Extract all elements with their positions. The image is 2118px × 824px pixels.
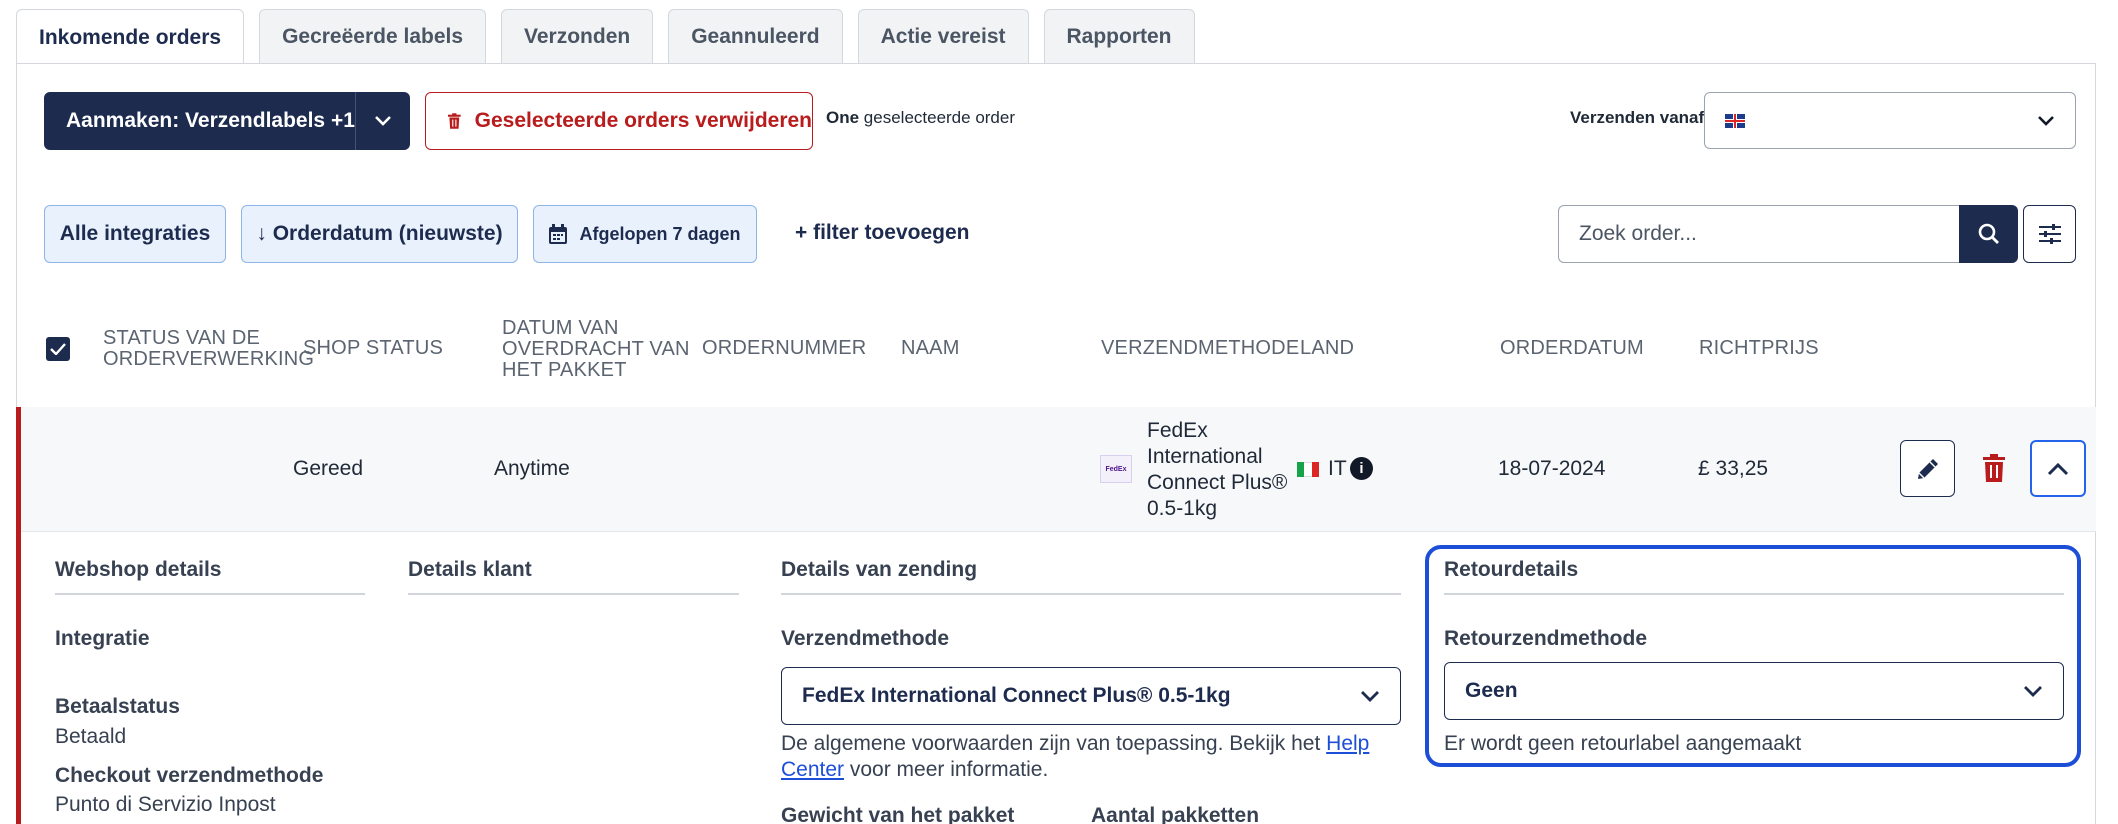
header-country[interactable]: LAND: [1300, 338, 1354, 359]
integrations-filter[interactable]: Alle integraties: [44, 205, 226, 263]
delete-selected-label: Geselecteerde orders verwijderen: [474, 109, 812, 132]
trash-icon: [448, 113, 461, 129]
price-cell: £ 33,25: [1698, 457, 1769, 480]
terms-note-suffix: voor meer informatie.: [849, 758, 1049, 781]
return-label-note: Er wordt geen retourlabel aangemaakt: [1444, 732, 1802, 755]
terms-note: De algemene voorwaarden zijn van toepass…: [781, 731, 1411, 783]
return-details-title: Retourdetails: [1444, 558, 1579, 581]
fedex-logo: FedEx: [1100, 455, 1132, 483]
order-search-input[interactable]: Zoek order...: [1558, 205, 1960, 263]
header-order-date[interactable]: ORDERDATUM: [1500, 338, 1644, 359]
column-settings-button[interactable]: [2023, 205, 2076, 263]
row-status-accent: [16, 407, 21, 824]
package-weight-label: Gewicht van het pakket: [781, 804, 1015, 824]
payment-status-label: Betaalstatus: [55, 695, 180, 718]
tab-incoming-orders[interactable]: Inkomende orders: [16, 9, 245, 65]
shipping-method-value: FedEx International Connect Plus® 0.5-1k…: [802, 684, 1231, 707]
create-options-toggle[interactable]: [354, 92, 410, 150]
chevron-up-icon: [2047, 462, 2069, 475]
shipping-method-select[interactable]: FedEx International Connect Plus® 0.5-1k…: [781, 667, 1401, 725]
delete-selected-button[interactable]: Geselecteerde orders verwijderen: [425, 92, 813, 150]
add-filter-link[interactable]: + filter toevoegen: [795, 221, 969, 245]
header-shipping-method[interactable]: VERZENDMETHODE: [1101, 338, 1299, 359]
order-date-cell: 18-07-2024: [1498, 457, 1606, 480]
terms-note-text: De algemene voorwaarden zijn van toepass…: [781, 732, 1321, 755]
shop-status-cell: Gereed: [293, 457, 364, 480]
header-order-number[interactable]: ORDERNUMMER: [702, 338, 866, 359]
return-method-label: Retourzendmethode: [1444, 627, 1648, 650]
shipping-method-label: Verzendmethode: [781, 627, 950, 650]
italy-flag-icon: [1297, 462, 1319, 477]
tab-created-labels[interactable]: Gecreëerde labels: [259, 9, 487, 64]
chevron-down-icon: [2024, 685, 2042, 697]
webshop-details-title: Webshop details: [55, 558, 222, 581]
ship-from-select[interactable]: [1704, 92, 2076, 149]
handover-date-cell: Anytime: [494, 457, 570, 480]
shipping-method-line: FedEx: [1147, 419, 1208, 442]
info-icon[interactable]: i: [1350, 457, 1373, 480]
country-cell: IT: [1328, 457, 1347, 480]
customer-details-title: Details klant: [408, 558, 532, 581]
checkout-method-label: Checkout verzendmethode: [55, 764, 324, 787]
header-processing-status[interactable]: STATUS VAN DE ORDERVERWERKING: [103, 328, 314, 370]
integration-label: Integratie: [55, 627, 150, 650]
tab-shipped[interactable]: Verzonden: [501, 9, 654, 64]
section-divider: [408, 593, 739, 595]
search-button[interactable]: [1959, 205, 2018, 263]
section-divider: [781, 593, 1401, 595]
header-shop-status[interactable]: SHOP STATUS: [303, 338, 443, 359]
create-labels-label: Aanmaken: Verzendlabels +1: [66, 109, 355, 132]
trash-icon: [1983, 454, 2005, 482]
chevron-down-icon: [1361, 690, 1379, 702]
pencil-icon: [1917, 458, 1938, 479]
return-method-select[interactable]: Geen: [1444, 662, 2064, 720]
section-divider: [1444, 593, 2064, 595]
header-name[interactable]: NAAM: [901, 338, 960, 359]
create-labels-button[interactable]: Aanmaken: Verzendlabels +1: [44, 92, 410, 150]
shipping-method-line: 0.5-1kg: [1147, 497, 1218, 520]
header-price[interactable]: RICHTPRIJS: [1699, 338, 1819, 359]
shipping-method-line: International: [1147, 445, 1263, 468]
return-method-value: Geen: [1465, 679, 1518, 702]
chevron-down-icon: [375, 116, 391, 126]
date-range-filter[interactable]: Afgelopen 7 dagen: [533, 205, 757, 263]
header-handover-date[interactable]: DATUM VAN OVERDRACHT VAN HET PAKKET: [502, 318, 692, 381]
tab-action-required[interactable]: Actie vereist: [857, 9, 1029, 64]
selection-count-text: geselecteerde order: [863, 108, 1016, 127]
delete-order-button[interactable]: [1980, 452, 2008, 484]
sort-order-filter[interactable]: ↓ Orderdatum (nieuwste): [241, 205, 518, 263]
tab-bar: Inkomende orders Gecreëerde labels Verzo…: [16, 9, 1210, 65]
tab-reports[interactable]: Rapporten: [1043, 9, 1195, 64]
package-count-label: Aantal pakketten: [1091, 804, 1260, 824]
ship-from-label: Verzenden vanaf: [1570, 108, 1705, 127]
selection-count-number: One: [826, 108, 860, 127]
edit-order-button[interactable]: [1900, 440, 1955, 497]
shipping-method-cell: FedEx International Connect Plus® 0.5-1k…: [1147, 418, 1287, 522]
date-range-label: Afgelopen 7 dagen: [579, 223, 741, 244]
search-icon: [1978, 223, 1999, 244]
checkmark-icon: [50, 343, 66, 355]
chevron-down-icon: [2038, 115, 2054, 126]
select-all-checkbox[interactable]: [46, 337, 70, 361]
collapse-row-button[interactable]: [2030, 440, 2086, 497]
calendar-icon: [549, 224, 568, 244]
section-divider: [55, 593, 365, 595]
payment-status-value: Betaald: [55, 725, 127, 748]
uk-flag-icon: [1725, 113, 1745, 128]
selection-count: One geselecteerde order: [826, 108, 1015, 128]
sliders-icon: [2038, 224, 2061, 244]
checkout-method-value: Punto di Servizio Inpost: [55, 793, 276, 816]
shipment-details-title: Details van zending: [781, 558, 978, 581]
tab-cancelled[interactable]: Geannuleerd: [668, 9, 843, 64]
shipping-method-line: Connect Plus®: [1147, 471, 1288, 494]
